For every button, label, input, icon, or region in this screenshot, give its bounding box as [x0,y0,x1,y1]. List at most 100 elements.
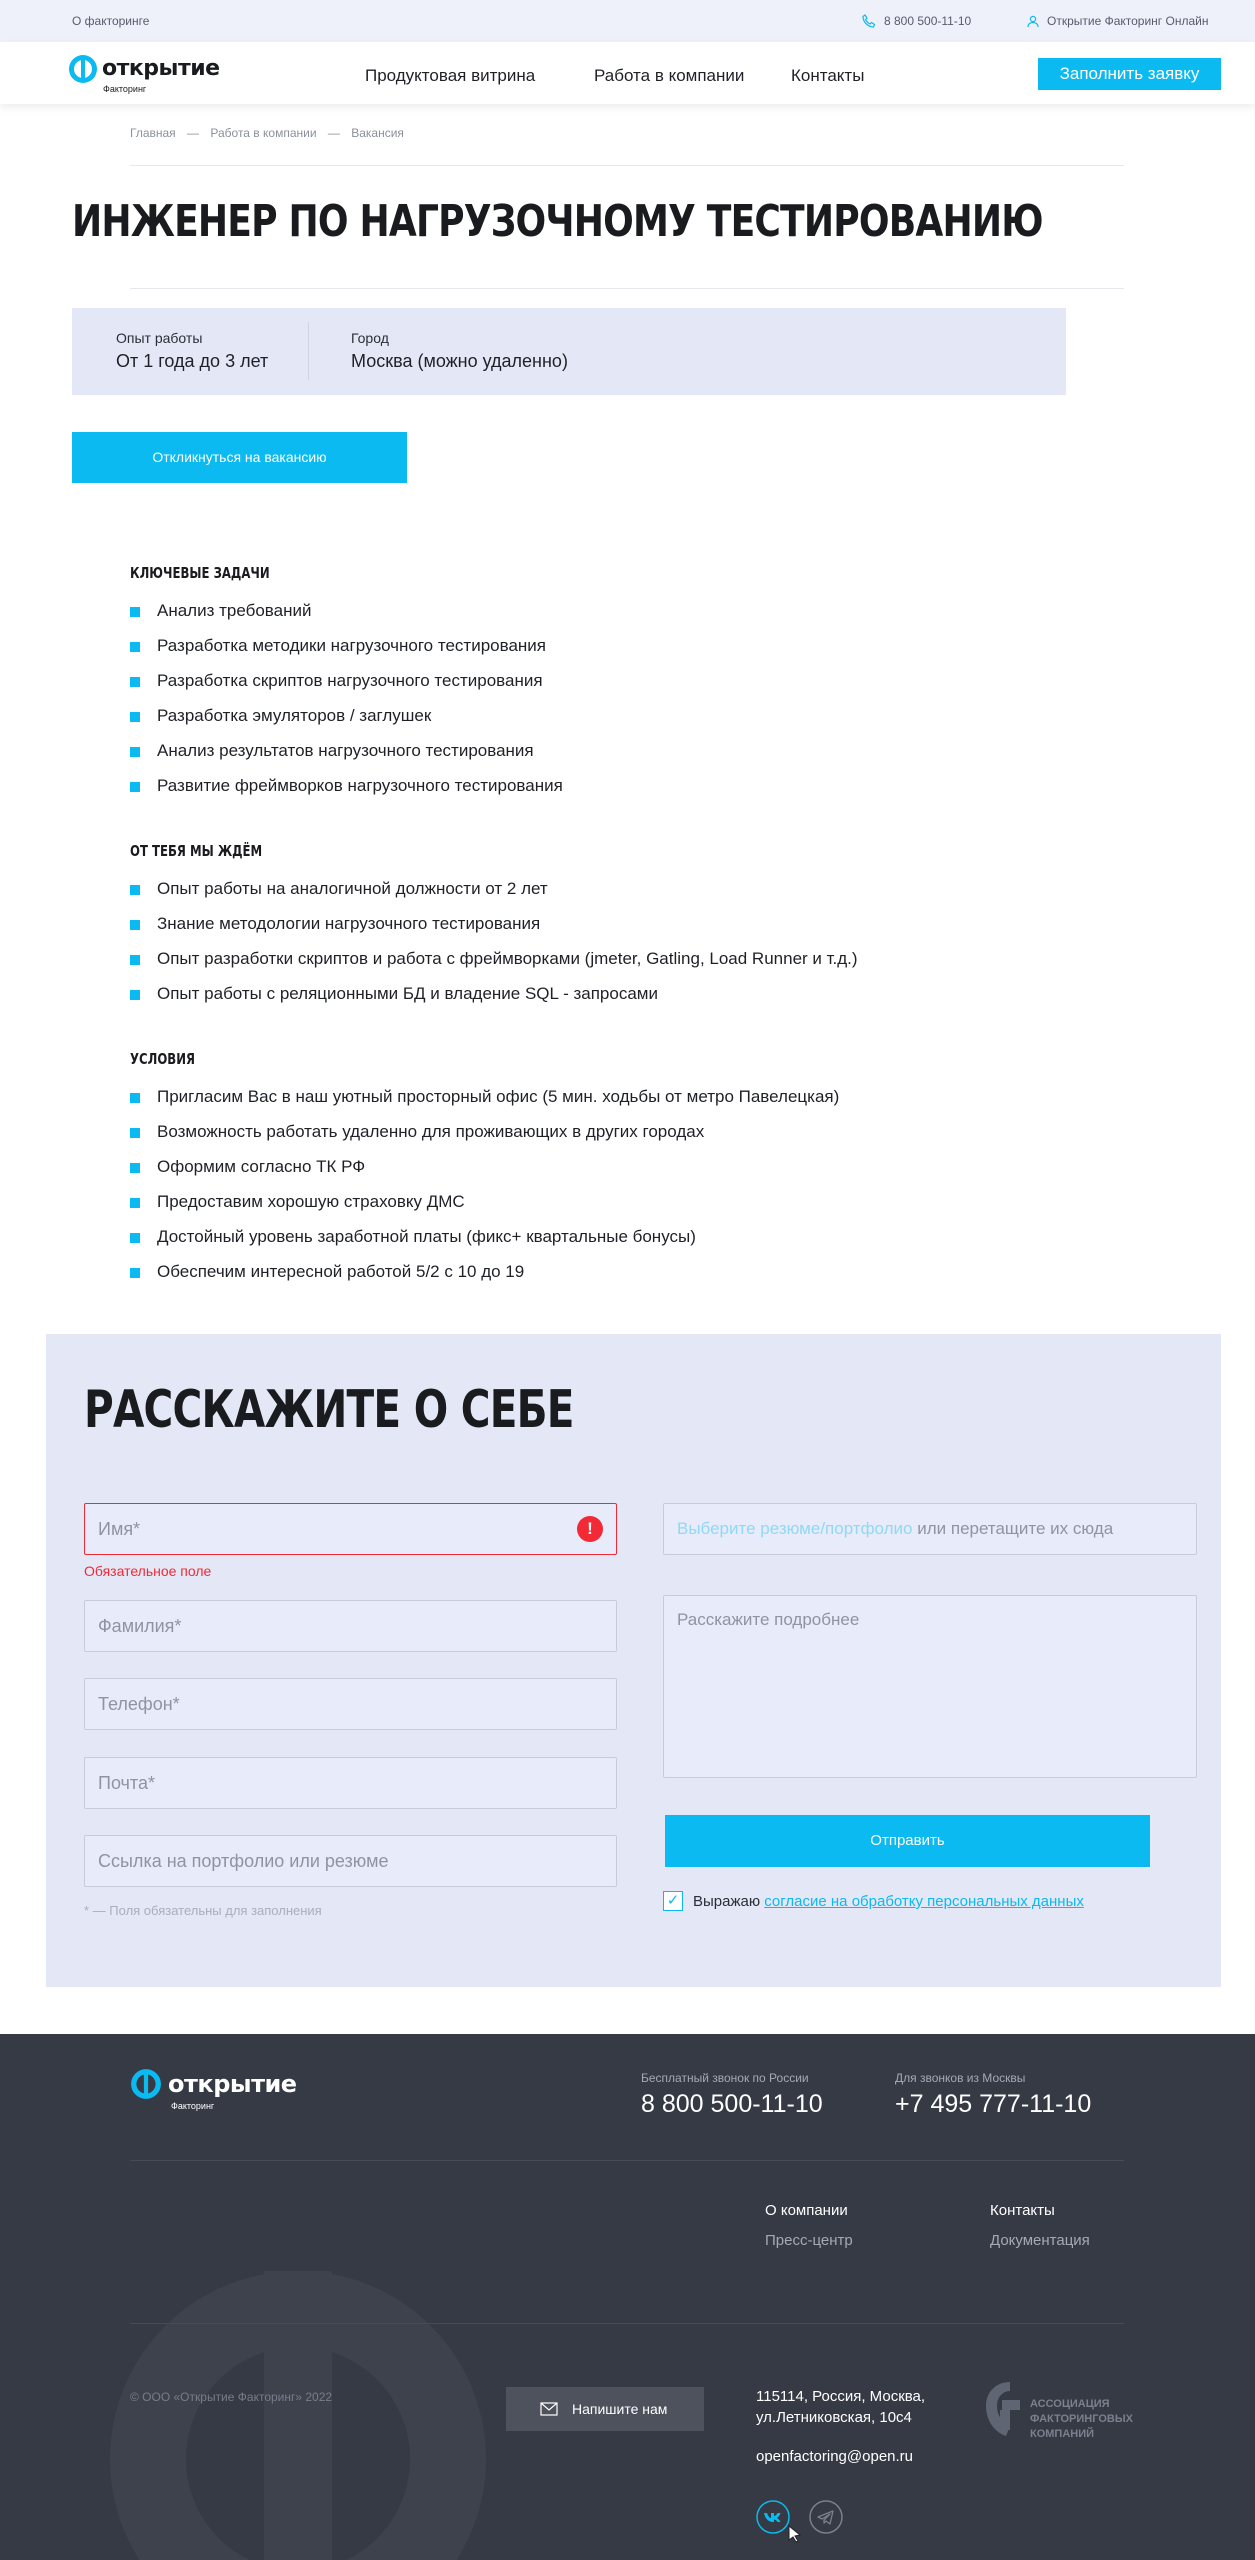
nav-careers[interactable]: Работа в компании [594,66,744,86]
section-title-key-tasks: КЛЮЧЕВЫЕ ЗАДАЧИ [130,564,270,582]
nav-contacts[interactable]: Контакты [791,66,864,86]
conditions-list: Пригласим Вас в наш уютный просторный оф… [130,1087,839,1297]
section-title-conditions: УСЛОВИЯ [130,1050,195,1068]
name-error-message: Обязательное поле [84,1563,212,1579]
choose-file-link[interactable]: Выберите резюме/портфолио [677,1519,913,1538]
list-item: Знание методологии нагрузочного тестиров… [130,914,858,949]
divider [130,165,1124,166]
top-bar: О факторинге 8 800 500-11-10 Открытие Фа… [0,0,1255,42]
footer-link-about[interactable]: О компании [765,2202,848,2219]
list-item: Развитие фреймворков нагрузочного тестир… [130,776,563,811]
error-icon: ! [577,1516,603,1542]
footer-logo[interactable]: открытие Факторинг [130,2068,320,2116]
name-field[interactable]: Имя* [84,1503,617,1555]
file-upload-dropzone[interactable]: Выберите резюме/портфолио или перетащите… [663,1503,1197,1555]
city-label: Город [351,330,389,346]
moscow-call-label: Для звонков из Москвы [895,2071,1026,2085]
consent-prefix: Выражаю [693,1893,765,1910]
list-item: Предоставим хорошую страховку ДМС [130,1192,839,1227]
association-logo-text: АССОЦИАЦИЯ ФАКТОРИНГОВЫХ КОМПАНИЙ [1030,2397,1133,2442]
free-call-phone[interactable]: 8 800 500-11-10 [641,2090,823,2119]
footer: открытие Факторинг Бесплатный звонок по … [0,2034,1255,2560]
list-item: Разработка скриптов нагрузочного тестиро… [130,671,563,706]
about-factoring-link[interactable]: О факторинге [72,14,149,28]
cursor-pointer-icon [788,2525,802,2543]
page-title: ИНЖЕНЕР ПО НАГРУЗОЧНОМУ ТЕСТИРОВАНИЮ [72,196,1044,247]
address-line: 115114, Россия, Москва, [756,2388,926,2405]
list-item: Разработка методики нагрузочного тестиро… [130,636,563,671]
user-icon [1027,15,1039,28]
expectations-list: Опыт работы на аналогичной должности от … [130,879,858,1019]
divider [130,288,1124,289]
moscow-phone[interactable]: +7 495 777-11-10 [895,2090,1091,2119]
telegram-icon[interactable] [809,2500,843,2534]
vk-icon[interactable] [756,2500,790,2534]
association-line: АССОЦИАЦИЯ [1030,2398,1110,2410]
list-item: Опыт работы с реляционными БД и владение… [130,984,858,1019]
list-item: Возможность работать удаленно для прожив… [130,1122,839,1157]
mail-icon [540,2402,558,2416]
consent-link[interactable]: согласие на обработку персональных данны… [764,1893,1084,1910]
address-line: ул.Летниковская, 10с4 [756,2409,912,2426]
consent-label: Выражаю согласие на обработку персональн… [693,1893,1084,1910]
copyright: © ООО «Открытие Факторинг» 2022 [130,2390,333,2404]
footer-watermark-icon [110,2271,486,2560]
list-item: Оформим согласно ТК РФ [130,1157,839,1192]
logo-icon [131,2069,161,2099]
footer-divider [130,2160,1124,2161]
key-tasks-list: Анализ требований Разработка методики на… [130,601,563,811]
experience-value: От 1 года до 3 лет [116,351,269,371]
top-phone-link[interactable]: 8 800 500-11-10 [884,14,971,28]
surname-field[interactable]: Фамилия* [84,1600,617,1652]
list-item: Опыт разработки скриптов и работа с фрей… [130,949,858,984]
form-title: РАССКАЖИТЕ О СЕБЕ [84,1380,575,1440]
footer-logo-subtitle: Факторинг [171,2101,215,2111]
footer-link-press[interactable]: Пресс-центр [765,2232,853,2249]
address: 115114, Россия, Москва, ул.Летниковская,… [756,2386,925,2428]
breadcrumb-home[interactable]: Главная [130,126,176,140]
experience-label: Опыт работы [116,330,203,346]
phone-icon [862,14,876,28]
write-us-button[interactable]: Напишите нам [506,2387,704,2431]
footer-link-docs[interactable]: Документация [990,2232,1090,2249]
logo-subtitle: Факторинг [103,84,147,94]
list-item: Разработка эмуляторов / заглушек [130,706,563,741]
free-call-label: Бесплатный звонок по России [641,2071,809,2085]
breadcrumb-separator: — [327,126,340,140]
breadcrumb-current: Вакансия [351,126,404,140]
association-line: ФАКТОРИНГОВЫХ [1030,2413,1133,2425]
required-fields-note: * — Поля обязательны для заполнения [84,1903,322,1918]
fill-application-button[interactable]: Заполнить заявку [1038,58,1221,90]
list-item: Опыт работы на аналогичной должности от … [130,879,858,914]
city-value: Москва (можно удаленно) [351,351,568,371]
nav-product-showcase[interactable]: Продуктовая витрина [365,66,535,86]
footer-link-contacts[interactable]: Контакты [990,2202,1055,2219]
write-us-label: Напишите нам [572,2401,668,2417]
list-item: Анализ результатов нагрузочного тестиров… [130,741,563,776]
respond-vacancy-button[interactable]: Откликнуться на вакансию [72,432,407,483]
phone-field[interactable]: Телефон* [84,1678,617,1730]
logo-text: открытие [102,56,220,81]
info-separator [308,322,309,380]
submit-button[interactable]: Отправить [665,1815,1150,1867]
association-logo-icon [986,2382,1020,2436]
upload-hint: или перетащите их сюда [912,1519,1114,1538]
email-field[interactable]: Почта* [84,1757,617,1809]
footer-email[interactable]: openfactoring@open.ru [756,2448,913,2465]
list-item: Обеспечим интересной работой 5/2 с 10 до… [130,1262,839,1297]
footer-logo-text: открытие [168,2070,297,2098]
logo[interactable]: открытие Факторинг [68,54,220,96]
association-line: КОМПАНИЙ [1030,2428,1095,2440]
footer-divider [130,2323,1124,2324]
list-item: Достойный уровень заработной платы (фикс… [130,1227,839,1262]
breadcrumb: Главная — Работа в компании — Вакансия [130,126,412,140]
portfolio-link-field[interactable]: Ссылка на портфолио или резюме [84,1835,617,1887]
logo-icon [69,55,97,83]
breadcrumb-separator: — [187,126,200,140]
factoring-online-link[interactable]: Открытие Факторинг Онлайн [1047,14,1208,28]
consent-checkbox[interactable]: ✓ [663,1891,683,1911]
message-textarea[interactable]: Расскажите подробнее [663,1595,1197,1778]
list-item: Пригласим Вас в наш уютный просторный оф… [130,1087,839,1122]
breadcrumb-careers[interactable]: Работа в компании [210,126,316,140]
vacancy-info-box: Опыт работы От 1 года до 3 лет Город Мос… [72,308,1066,395]
